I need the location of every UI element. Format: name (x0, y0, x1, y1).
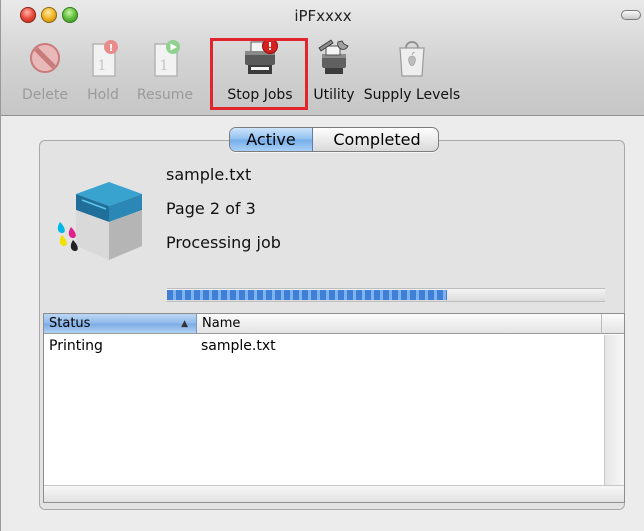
vertical-scrollbar[interactable] (604, 335, 624, 485)
column-header-name[interactable]: Name (197, 314, 602, 334)
tab-active[interactable]: Active (230, 128, 313, 151)
svg-text:!: ! (109, 43, 114, 54)
supply-levels-label: Supply Levels (363, 87, 461, 103)
print-queue-window: iPFxxxx Delete 1 ! Hold 1 Resume ! Stop … (0, 0, 644, 531)
job-status-text: Processing job (166, 233, 281, 252)
queue-view-tabs: Active Completed (229, 127, 439, 152)
column-header-status[interactable]: Status ▲ (44, 314, 197, 334)
jobs-table: Status ▲ Name Printing sample.txt (43, 313, 625, 503)
title-toolbar-area: iPFxxxx Delete 1 ! Hold 1 Resume ! Stop … (1, 0, 644, 116)
svg-text:1: 1 (98, 58, 107, 74)
hold-icon: 1 ! (92, 40, 118, 77)
supply-levels-icon (399, 41, 425, 77)
column-header-status-label: Status (49, 316, 91, 331)
svg-text:1: 1 (160, 58, 169, 74)
job-page-text: Page 2 of 3 (166, 199, 256, 218)
row-status: Printing (49, 338, 103, 354)
delete-icon (30, 43, 60, 73)
tab-completed[interactable]: Completed (314, 128, 438, 151)
table-header-corner (602, 314, 624, 334)
horizontal-scrollbar[interactable] (44, 485, 624, 502)
job-progress-fill (167, 290, 448, 300)
delete-label: Delete (22, 87, 68, 103)
window-title: iPFxxxx (294, 7, 352, 25)
hold-label: Hold (87, 87, 119, 103)
printer-icon (57, 182, 142, 260)
utility-label: Utility (313, 87, 355, 103)
toolbar-toggle-icon[interactable] (621, 10, 641, 20)
stop-jobs-highlight-frame (210, 38, 308, 110)
job-progress-bar (167, 288, 605, 302)
column-header-name-label: Name (202, 316, 241, 331)
utility-icon (318, 39, 349, 74)
resume-icon: 1 (154, 40, 180, 77)
sort-ascending-icon: ▲ (181, 319, 188, 329)
row-name: sample.txt (201, 338, 276, 354)
resume-label: Resume (136, 87, 194, 103)
job-filename: sample.txt (166, 165, 252, 184)
